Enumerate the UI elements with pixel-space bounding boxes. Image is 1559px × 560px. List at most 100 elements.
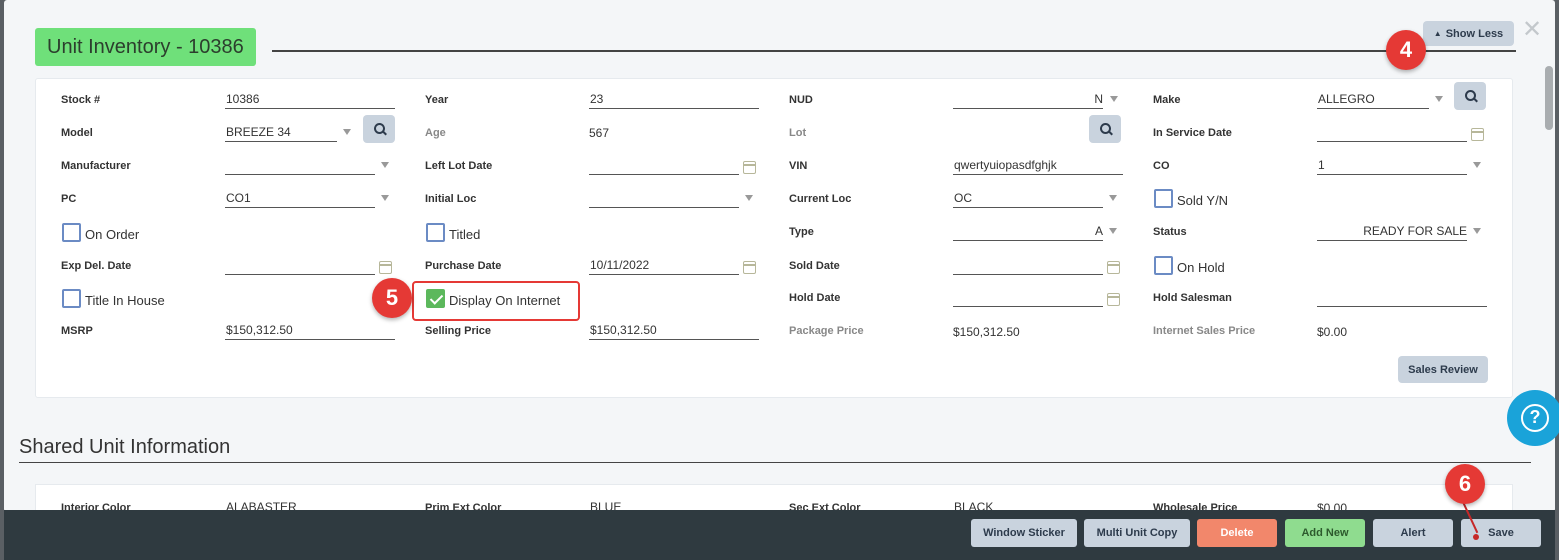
annotation-highlight-box: [412, 281, 580, 321]
help-icon: ?: [1521, 404, 1549, 432]
checkbox-box[interactable]: [1154, 256, 1173, 275]
stock-label: Stock #: [61, 94, 101, 106]
year-field[interactable]: 23: [589, 91, 759, 109]
make-search-button[interactable]: [1454, 82, 1486, 110]
make-select[interactable]: ALLEGRO: [1317, 91, 1429, 109]
purchase-date-label: Purchase Date: [425, 260, 502, 272]
on-hold-checkbox[interactable]: On Hold: [1154, 256, 1225, 275]
in-service-date-field[interactable]: [1317, 124, 1467, 142]
sold-checkbox-label: Sold Y/N: [1177, 193, 1229, 208]
pc-select[interactable]: CO1: [225, 190, 375, 208]
hold-date-label: Hold Date: [789, 292, 841, 304]
calendar-icon[interactable]: [743, 161, 756, 174]
caret-up-icon: ▲: [1433, 29, 1442, 38]
calendar-icon[interactable]: [1107, 261, 1120, 274]
vin-field[interactable]: qwertyuiopasdfghjk: [953, 157, 1123, 175]
sold-checkbox[interactable]: Sold Y/N: [1154, 189, 1228, 208]
annotation-badge-5: 5: [372, 278, 412, 318]
hold-salesman-field[interactable]: [1317, 289, 1487, 307]
footer-toolbar: Window Sticker Multi Unit Copy Delete Ad…: [4, 510, 1555, 560]
nud-label: NUD: [789, 94, 813, 106]
lot-search-button[interactable]: [1089, 115, 1121, 143]
type-select[interactable]: A: [953, 223, 1103, 241]
status-select[interactable]: READY FOR SALE: [1317, 223, 1467, 241]
make-label: Make: [1153, 94, 1181, 106]
window-sticker-button[interactable]: Window Sticker: [971, 519, 1077, 547]
titled-checkbox[interactable]: Titled: [426, 223, 480, 242]
on-order-label: On Order: [85, 227, 140, 242]
checkbox-box[interactable]: [426, 223, 445, 242]
annotation-badge-6: 6: [1445, 464, 1485, 504]
current-loc-label: Current Loc: [789, 193, 852, 205]
exp-del-date-field[interactable]: [225, 257, 375, 275]
left-lot-date-label: Left Lot Date: [425, 160, 493, 172]
alert-button[interactable]: Alert: [1373, 519, 1453, 547]
lot-label: Lot: [789, 127, 807, 139]
on-order-checkbox[interactable]: On Order: [62, 223, 139, 242]
hold-date-field[interactable]: [953, 289, 1103, 307]
model-search-button[interactable]: [363, 115, 395, 143]
click-marker: [1473, 534, 1479, 540]
checkbox-box[interactable]: [62, 223, 81, 242]
multi-unit-copy-button[interactable]: Multi Unit Copy: [1084, 519, 1190, 547]
checkbox-box[interactable]: [1154, 189, 1173, 208]
unit-inventory-modal: Unit Inventory - 10386 ▲ Show Less ✕ Sto…: [4, 0, 1555, 512]
sales-review-button[interactable]: Sales Review: [1398, 356, 1488, 383]
nud-select[interactable]: N: [953, 91, 1103, 109]
internet-sales-price-value: $0.00: [1317, 325, 1348, 339]
add-new-button[interactable]: Add New: [1285, 519, 1365, 547]
msrp-field[interactable]: $150,312.50: [225, 322, 395, 340]
co-label: CO: [1153, 160, 1170, 172]
show-less-label: Show Less: [1445, 27, 1504, 40]
annotation-badge-4: 4: [1386, 30, 1426, 70]
model-select[interactable]: BREEZE 34: [225, 124, 337, 142]
show-less-button[interactable]: ▲ Show Less: [1423, 21, 1514, 46]
initial-loc-label: Initial Loc: [425, 193, 477, 205]
on-hold-label: On Hold: [1177, 260, 1225, 275]
title-in-house-checkbox[interactable]: Title In House: [62, 289, 165, 308]
calendar-icon[interactable]: [743, 261, 756, 274]
calendar-icon[interactable]: [379, 261, 392, 274]
help-button[interactable]: ?: [1507, 390, 1559, 446]
titled-label: Titled: [449, 227, 481, 242]
chevron-down-icon: [343, 129, 351, 135]
chevron-down-icon: [1473, 228, 1481, 234]
chevron-down-icon: [381, 195, 389, 201]
unit-details-card: Stock # 10386 Year 23 NUD N Make ALLEGRO…: [35, 78, 1513, 398]
sold-date-label: Sold Date: [789, 260, 840, 272]
manufacturer-select[interactable]: [225, 157, 375, 175]
section-divider: [19, 462, 1531, 463]
msrp-label: MSRP: [61, 325, 93, 337]
stock-field[interactable]: 10386: [225, 91, 395, 109]
calendar-icon[interactable]: [1107, 293, 1120, 306]
chevron-down-icon: [1109, 195, 1117, 201]
left-lot-date-field[interactable]: [589, 157, 739, 175]
age-value: 567: [589, 126, 610, 140]
chevron-down-icon: [1110, 96, 1118, 102]
title-in-house-label: Title In House: [85, 293, 165, 308]
model-label: Model: [61, 127, 93, 139]
year-label: Year: [425, 94, 449, 106]
delete-button[interactable]: Delete: [1197, 519, 1277, 547]
co-select[interactable]: 1: [1317, 157, 1467, 175]
shared-unit-card: Interior Color ALABASTER Prim Ext Color …: [35, 484, 1513, 512]
package-price-value: $150,312.50: [953, 325, 1020, 339]
current-loc-select[interactable]: OC: [953, 190, 1103, 208]
sold-date-field[interactable]: [953, 257, 1103, 275]
scrollbar-thumb[interactable]: [1545, 66, 1553, 130]
chevron-down-icon: [1473, 162, 1481, 168]
hold-salesman-label: Hold Salesman: [1153, 292, 1232, 304]
chevron-down-icon: [1109, 228, 1117, 234]
pc-label: PC: [61, 193, 77, 205]
in-service-date-label: In Service Date: [1153, 127, 1232, 139]
calendar-icon[interactable]: [1471, 128, 1484, 141]
modal-title: Unit Inventory - 10386: [35, 28, 256, 66]
initial-loc-select[interactable]: [589, 190, 739, 208]
vin-label: VIN: [789, 160, 808, 172]
purchase-date-field[interactable]: 10/11/2022: [589, 257, 739, 275]
checkbox-box[interactable]: [62, 289, 81, 308]
status-label: Status: [1153, 226, 1187, 238]
close-icon[interactable]: ✕: [1522, 18, 1542, 42]
type-label: Type: [789, 226, 814, 238]
selling-price-field[interactable]: $150,312.50: [589, 322, 759, 340]
